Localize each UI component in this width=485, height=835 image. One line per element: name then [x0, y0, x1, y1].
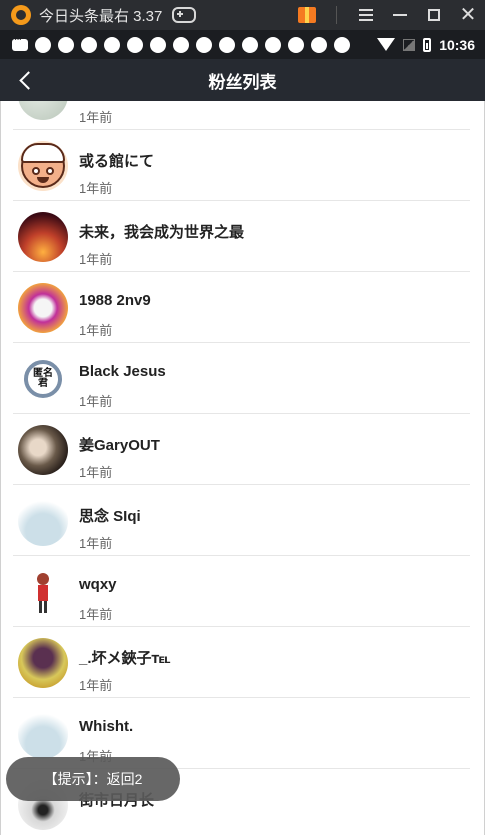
- gamepad-icon[interactable]: [172, 7, 197, 23]
- notification-dot-icon: [288, 36, 304, 53]
- avatar[interactable]: [18, 212, 68, 262]
- status-time: 10:36: [439, 36, 475, 53]
- follow-time: 1年前: [79, 181, 113, 196]
- follower-name: 或る館にて: [79, 153, 155, 170]
- notification-dot-icon: [104, 36, 120, 53]
- follower-name: 思念 SIqi: [79, 508, 141, 525]
- app-header: 粉丝列表: [0, 59, 485, 101]
- notification-dot-icon: [242, 36, 258, 53]
- close-icon: ✕: [459, 4, 477, 26]
- notification-icons: [28, 36, 350, 53]
- follower-row[interactable]: 1年前: [1, 101, 484, 130]
- notification-dot-icon: [311, 36, 327, 53]
- notification-dot-icon: [127, 36, 143, 53]
- avatar[interactable]: [18, 425, 68, 475]
- follower-row[interactable]: 未来，我会成为世界之最 1年前: [1, 201, 484, 272]
- notification-dot-icon: [173, 36, 189, 53]
- follow-time: 1年前: [79, 394, 113, 409]
- notification-dot-icon: [150, 36, 166, 53]
- avatar[interactable]: 匿名君: [18, 354, 68, 404]
- page-title: 粉丝列表: [208, 72, 277, 92]
- follower-name: Black Jesus: [79, 363, 166, 380]
- gift-icon[interactable]: [298, 7, 316, 23]
- eye-icon: [32, 167, 40, 175]
- battery-icon: [423, 37, 432, 52]
- notification-dot-icon: [265, 36, 281, 53]
- no-signal-icon: [403, 38, 416, 51]
- menu-button[interactable]: [349, 0, 383, 30]
- follower-name: 未来，我会成为世界之最: [79, 224, 245, 241]
- anonymous-badge-icon: 匿名君: [24, 360, 62, 398]
- follower-name: 姜GaryOUT: [79, 437, 160, 454]
- notification-dot-icon: [196, 36, 212, 53]
- emulator-title-bar: 今日头条最右 3.37 ✕: [0, 0, 485, 30]
- maximize-icon: [428, 9, 440, 21]
- avatar[interactable]: [18, 141, 68, 191]
- follower-name: Whisht.: [79, 718, 134, 735]
- maximize-button[interactable]: [417, 0, 451, 30]
- app-logo-icon: [11, 5, 31, 25]
- follow-time: 1年前: [79, 536, 113, 551]
- chevron-left-icon: [18, 70, 38, 90]
- avatar[interactable]: [18, 709, 68, 759]
- eye-icon: [46, 167, 54, 175]
- message-notification-icon: [12, 34, 28, 51]
- follower-row[interactable]: 思念 SIqi 1年前: [1, 485, 484, 556]
- character-legs-icon: [39, 601, 47, 613]
- avatar[interactable]: [18, 496, 68, 546]
- follow-time: 1年前: [79, 607, 113, 622]
- notification-dot-icon: [35, 36, 51, 53]
- follow-time: 1年前: [79, 465, 113, 480]
- notification-dot-icon: [81, 36, 97, 53]
- notification-dot-icon: [219, 36, 235, 53]
- follower-name: wqxy: [79, 576, 117, 593]
- follower-row[interactable]: _.坏メ鋏子℡ 1年前: [1, 627, 484, 698]
- follower-row[interactable]: 1988 2nv9 1年前: [1, 272, 484, 343]
- follower-row[interactable]: wqxy 1年前: [1, 556, 484, 627]
- notification-dot-icon: [334, 36, 350, 53]
- toast-message: 【提示】：返回2: [6, 757, 180, 801]
- follow-time: 1年前: [79, 323, 113, 338]
- notification-dot-icon: [58, 36, 74, 53]
- anonymous-badge-text: 匿名君: [33, 368, 53, 389]
- back-button[interactable]: [12, 67, 38, 93]
- status-bar: 10:36: [0, 30, 485, 59]
- avatar[interactable]: [18, 283, 68, 333]
- minimize-icon: [393, 14, 407, 16]
- character-body-icon: [38, 585, 48, 601]
- follower-list[interactable]: 1年前 或る館にて 1年前 未来，我会成为世界之最 1年前 1988 2nv9 …: [0, 101, 485, 835]
- chef-hat-icon: [21, 143, 65, 163]
- menu-icon: [359, 9, 373, 21]
- follower-name: _.坏メ鋏子℡: [79, 650, 171, 667]
- follower-row[interactable]: 或る館にて 1年前: [1, 130, 484, 201]
- avatar[interactable]: [18, 567, 68, 617]
- avatar[interactable]: [18, 638, 68, 688]
- character-head-icon: [37, 573, 49, 585]
- close-button[interactable]: ✕: [451, 0, 485, 30]
- title-bar-divider: [336, 6, 337, 24]
- follower-name: 1988 2nv9: [79, 292, 151, 309]
- wifi-icon: [377, 38, 396, 51]
- follow-time: 1年前: [79, 110, 113, 125]
- follow-time: 1年前: [79, 252, 113, 267]
- follower-row[interactable]: 匿名君 Black Jesus 1年前: [1, 343, 484, 414]
- emulator-title: 今日头条最右 3.37: [39, 7, 163, 25]
- minimize-button[interactable]: [383, 0, 417, 30]
- follower-row[interactable]: 姜GaryOUT 1年前: [1, 414, 484, 485]
- follow-time: 1年前: [79, 678, 113, 693]
- avatar[interactable]: [18, 101, 68, 120]
